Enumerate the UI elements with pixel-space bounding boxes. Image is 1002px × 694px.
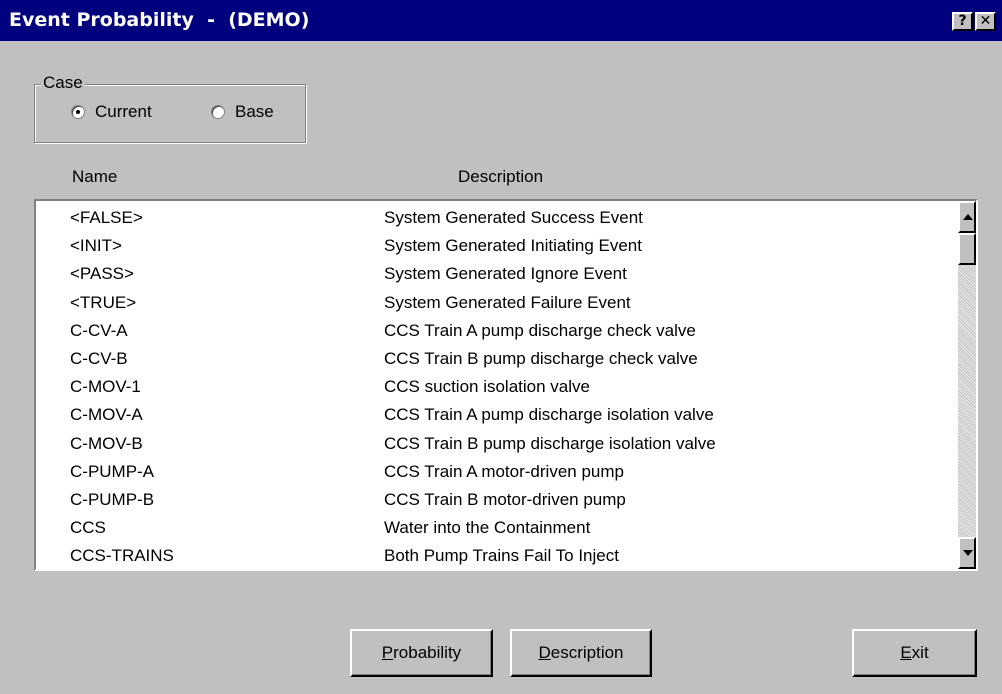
list-item[interactable]: <FALSE> System Generated Success Event <box>36 203 956 231</box>
probability-button[interactable]: Probability <box>350 629 493 677</box>
event-name-cell: <INIT> <box>70 236 122 256</box>
list-item[interactable]: C-CV-B CCS Train B pump discharge check v… <box>36 344 956 372</box>
list-item[interactable]: C-PUMP-A CCS Train A motor-driven pump <box>36 457 956 485</box>
current-radio[interactable] <box>71 105 85 119</box>
list-item[interactable]: C-MOV-A CCS Train A pump discharge isolat… <box>36 400 956 428</box>
probability-label: robability <box>393 643 462 662</box>
event-name-cell: C-PUMP-B <box>70 490 155 509</box>
event-description-cell: CCS Train A pump discharge isolation val… <box>384 405 714 425</box>
event-name-cell: C-CV-A <box>70 320 128 340</box>
event-name-cell: C-CV-B <box>70 349 128 368</box>
base-radio[interactable] <box>211 105 225 119</box>
event-description-cell: System Generated Failure Event <box>384 292 631 312</box>
scroll-up-button[interactable] <box>958 201 976 233</box>
case-base-option[interactable]: Base <box>211 102 274 122</box>
description-label: escription <box>550 643 624 662</box>
title-bar: Event Probability - (DEMO) ? ✕ <box>0 0 1002 41</box>
event-description-cell: CCS Train A pump discharge check valve <box>384 320 696 340</box>
event-description-cell: System Generated Success Event <box>384 208 643 227</box>
list-item[interactable]: C-CV-A CCS Train A pump discharge check v… <box>36 316 956 344</box>
probability-mnemonic: P <box>381 643 394 662</box>
vertical-scrollbar[interactable] <box>958 201 976 569</box>
description-mnemonic: D <box>538 643 551 662</box>
window-title: Event Probability - (DEMO) <box>9 9 310 31</box>
event-description-cell: CCS suction isolation valve <box>384 377 590 397</box>
event-name-cell: CCS <box>70 518 106 538</box>
list-item[interactable]: <TRUE> System Generated Failure Event <box>36 288 956 316</box>
current-radio-label: Current <box>95 102 152 121</box>
event-name-cell: CCS-TRAINS <box>70 546 174 566</box>
event-description-cell: CCS Train B motor-driven pump <box>384 490 626 509</box>
name-column-header: Name <box>72 167 118 186</box>
list-item[interactable]: C-PUMP-B CCS Train B motor-driven pump <box>36 485 956 513</box>
base-radio-label: Base <box>235 102 274 121</box>
event-name-cell: <FALSE> <box>70 208 143 227</box>
event-name-cell: C-PUMP-A <box>70 461 155 481</box>
description-button[interactable]: Description <box>510 629 652 677</box>
scroll-thumb[interactable] <box>958 233 976 265</box>
list-item[interactable]: CCS-TRAINS Both Pump Trains Fail To Injec… <box>36 541 956 569</box>
event-name-cell: <TRUE> <box>70 292 137 312</box>
event-description-cell: System Generated Initiating Event <box>384 236 642 256</box>
event-name-cell: C-MOV-A <box>70 405 143 425</box>
event-description-cell: Water into the Containment <box>384 518 591 538</box>
exit-button[interactable]: Exit <box>852 629 977 677</box>
down-arrow-icon <box>963 550 973 556</box>
event-name-cell: C-MOV-B <box>70 433 143 453</box>
list-item[interactable]: CCS Water into the Containment <box>36 513 956 541</box>
help-button[interactable]: ? <box>952 12 973 31</box>
list-item[interactable]: C-MOV-1 CCS suction isolation valve <box>36 372 956 400</box>
events-listbox[interactable]: <FALSE> System Generated Success Event <IN… <box>34 199 978 571</box>
event-description-cell: System Generated Ignore Event <box>384 264 627 284</box>
event-description-cell: CCS Train B pump discharge isolation val… <box>384 433 716 453</box>
exit-mnemonic: E <box>900 643 912 662</box>
event-description-cell: CCS Train B pump discharge check valve <box>384 349 698 368</box>
case-current-option[interactable]: Current <box>71 102 152 122</box>
case-groupbox: Case Current Base <box>34 73 306 143</box>
radio-selected-dot <box>76 110 80 114</box>
event-description-cell: CCS Train A motor-driven pump <box>384 461 624 481</box>
exit-label: xit <box>911 643 929 662</box>
list-item[interactable]: C-MOV-B CCS Train B pump discharge isolat… <box>36 429 956 457</box>
case-group-legend: Case <box>41 73 85 93</box>
description-column-header: Description <box>458 167 544 186</box>
scroll-down-button[interactable] <box>958 537 976 569</box>
close-button[interactable]: ✕ <box>975 12 996 31</box>
up-arrow-icon <box>963 214 973 220</box>
event-name-cell: <PASS> <box>70 264 134 284</box>
list-item[interactable]: <PASS> System Generated Ignore Event <box>36 259 956 287</box>
list-item[interactable]: <INIT> System Generated Initiating Event <box>36 231 956 259</box>
event-description-cell: Both Pump Trains Fail To Inject <box>384 546 619 566</box>
event-name-cell: C-MOV-1 <box>70 377 141 397</box>
